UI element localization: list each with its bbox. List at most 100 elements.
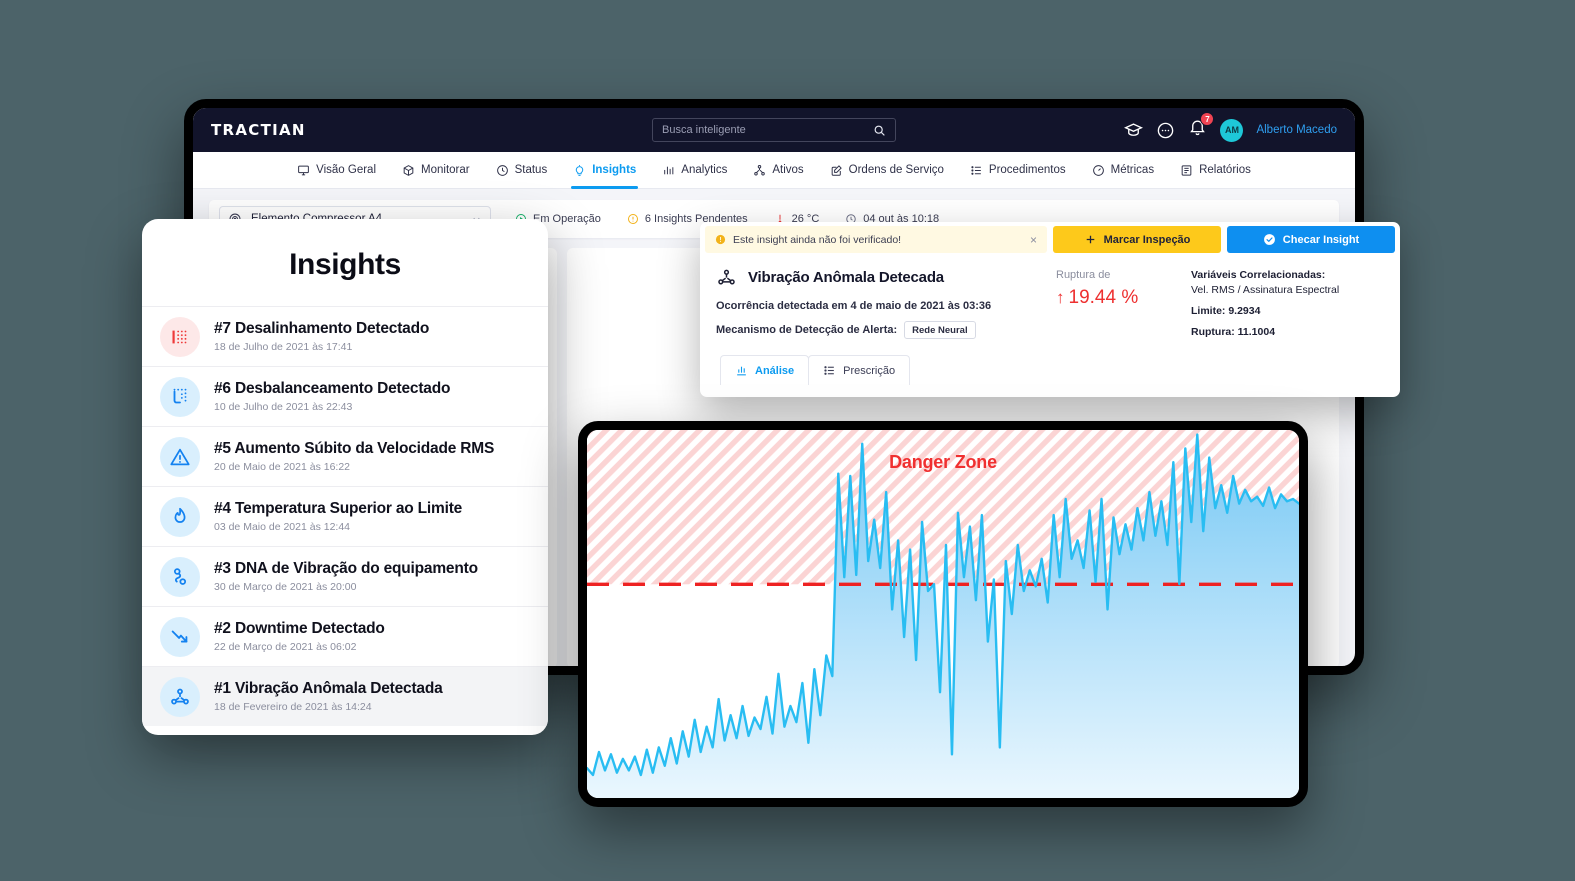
nav-label: Status [514, 164, 548, 176]
top-bar-actions: 7 AM Alberto Macedo [1124, 112, 1337, 142]
nav-item-ativos[interactable]: Ativos [740, 152, 816, 189]
notifications-button[interactable]: 7 [1188, 112, 1215, 142]
nav-item-visao-geral[interactable]: Visão Geral [284, 152, 389, 189]
nav-item-ordens-de-servico[interactable]: Ordens de Serviço [817, 152, 957, 189]
report-icon [1181, 164, 1192, 176]
list-item[interactable]: #4 Temperatura Superior ao Limite 03 de … [142, 486, 548, 546]
list-item[interactable]: #7 Desalinhamento Detectado 18 de Julho … [142, 306, 548, 366]
verification-warning-banner: Este insight ainda não foi verificado! × [705, 226, 1047, 253]
correlated-head: Variáveis Correlacionadas: [1191, 269, 1326, 281]
search-input[interactable] [662, 124, 873, 136]
gauge-icon [1092, 164, 1104, 176]
alert-circle-icon [715, 234, 726, 245]
list-item-title: #7 Desalinhamento Detectado [214, 320, 430, 337]
balance-dashed-icon [160, 376, 200, 417]
mechanism-label: Mecanismo de Detecção de Alerta: [716, 324, 898, 336]
list-item[interactable]: #5 Aumento Súbito da Velocidade RMS 20 d… [142, 426, 548, 486]
marcar-inspecao-button[interactable]: Marcar Inspeção [1053, 226, 1221, 253]
edit-doc-icon [831, 164, 842, 176]
screenshot-stage: TRACTIAN 7 [0, 0, 1575, 881]
button-label: Marcar Inspeção [1103, 233, 1191, 246]
nav-label: Monitorar [421, 164, 470, 176]
clock-icon [496, 164, 508, 176]
top-bar: TRACTIAN 7 [193, 108, 1355, 152]
nav-item-monitorar[interactable]: Monitorar [389, 152, 483, 189]
detail-card-toolbar: Este insight ainda não foi verificado! ×… [705, 226, 1395, 253]
tab-label: Prescrição [843, 364, 896, 377]
hierarchy-icon [754, 164, 766, 175]
list-item-title: #4 Temperatura Superior ao Limite [214, 500, 463, 517]
detail-main-column: Vibração Anômala Detecada Ocorrência det… [716, 267, 1056, 339]
nav-item-procedimentos[interactable]: Procedimentos [957, 152, 1079, 189]
list-item-date: 30 de Março de 2021 às 20:00 [214, 581, 357, 593]
nav-item-metricas[interactable]: Métricas [1079, 152, 1167, 189]
user-name[interactable]: Alberto Macedo [1256, 124, 1337, 136]
arrow-down-trend-icon [160, 616, 200, 657]
rupture-row: Ruptura: 11.1004 [1191, 326, 1276, 338]
list-item-date: 03 de Maio de 2021 às 12:44 [214, 521, 351, 533]
nav-item-relatorios[interactable]: Relatórios [1167, 152, 1264, 189]
avatar[interactable]: AM [1220, 118, 1244, 142]
tab-prescricao[interactable]: Prescrição [808, 355, 911, 385]
list-item-title: #1 Vibração Anômala Detectada [214, 680, 443, 697]
area-chart[interactable] [587, 430, 1299, 798]
plus-icon [1086, 235, 1094, 244]
list-item[interactable]: #1 Vibração Anômala Detectada 18 de Feve… [142, 666, 548, 726]
nav-item-analytics[interactable]: Analytics [649, 152, 740, 189]
list-item-date: 20 de Maio de 2021 às 16:22 [214, 461, 351, 473]
alert-circle-icon [627, 214, 638, 224]
button-label: Checar Insight [1282, 233, 1360, 246]
nav-item-status[interactable]: Status [483, 152, 561, 189]
close-icon[interactable]: × [1030, 234, 1037, 246]
list-item[interactable]: #6 Desbalanceamento Detectado 10 de Julh… [142, 366, 548, 426]
rupture-value-row: ↑ 19.44 % [1056, 287, 1191, 309]
checar-insight-button[interactable]: Checar Insight [1227, 226, 1395, 253]
list-item-title: #2 Downtime Detectado [214, 620, 385, 637]
bulb-icon [576, 164, 584, 176]
rupture-value: 19.44 % [1068, 287, 1139, 308]
list-item[interactable]: #2 Downtime Detectado 22 de Março de 202… [142, 606, 548, 666]
search-icon [874, 125, 885, 136]
nav-item-insights[interactable]: Insights [560, 152, 649, 189]
vibration-chart-panel: Danger Zone [578, 421, 1308, 807]
main-nav: Visão Geral Monitorar Status Insights An… [193, 152, 1355, 189]
rupture-column: Ruptura de ↑ 19.44 % [1056, 267, 1191, 339]
search-bar[interactable] [652, 118, 896, 142]
alignment-dots-icon [160, 316, 200, 357]
warning-text: Este insight ainda não foi verificado! [733, 233, 902, 246]
chat-icon[interactable] [1156, 121, 1175, 140]
chart-icon [737, 366, 746, 376]
insight-detail-card: Este insight ainda não foi verificado! ×… [700, 222, 1400, 397]
mechanism-row: Mecanismo de Detecção de Alerta: Rede Ne… [716, 321, 1056, 339]
graduation-cap-icon[interactable] [1124, 121, 1144, 140]
box-icon [403, 164, 414, 176]
correlated-sub: Vel. RMS / Assinatura Espectral [1191, 284, 1340, 296]
molecule-icon [718, 269, 735, 285]
nav-label: Ordens de Serviço [848, 164, 944, 176]
list-item[interactable]: #3 DNA de Vibração do equipamento 30 de … [142, 546, 548, 606]
nav-label: Métricas [1110, 164, 1155, 176]
list-icon [824, 366, 834, 375]
arrow-up-icon: ↑ [1056, 288, 1065, 307]
molecule-icon [160, 676, 200, 717]
dna-chain-icon [160, 556, 200, 597]
tab-analise[interactable]: Análise [720, 355, 810, 385]
detail-title-row: Vibração Anômala Detecada [716, 267, 1056, 288]
detail-card-tabs: Análise Prescrição [720, 355, 1400, 385]
mechanism-chip: Rede Neural [904, 321, 976, 339]
chart-canvas: Danger Zone [587, 430, 1299, 798]
list-item-date: 18 de Julho de 2021 às 17:41 [214, 341, 353, 353]
list-item-date: 18 de Fevereiro de 2021 às 14:24 [214, 701, 372, 713]
list-icon [971, 165, 981, 175]
tab-label: Análise [755, 364, 795, 377]
flame-icon [160, 496, 200, 537]
warning-triangle-icon [160, 436, 200, 477]
nav-label: Visão Geral [316, 164, 377, 176]
list-item-title: #6 Desbalanceamento Detectado [214, 380, 451, 397]
nav-label: Analytics [681, 164, 728, 176]
list-item-title: #3 DNA de Vibração do equipamento [214, 560, 478, 577]
nav-label: Ativos [772, 164, 804, 176]
list-item-date: 10 de Julho de 2021 às 22:43 [214, 401, 353, 413]
bars-icon [664, 166, 674, 174]
nav-label: Procedimentos [988, 164, 1066, 176]
